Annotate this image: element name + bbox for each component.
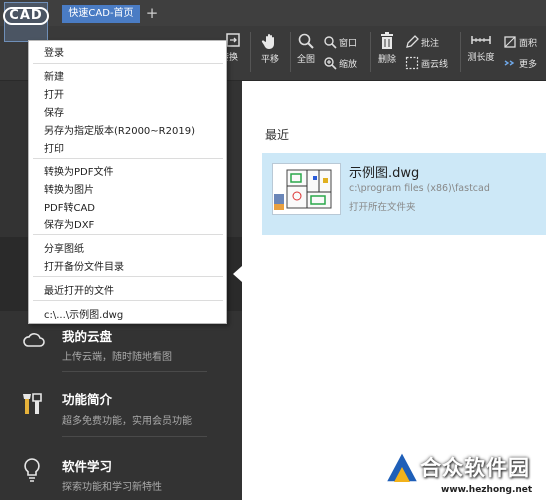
zoom-button[interactable]: 缩放 (323, 56, 357, 70)
lightbulb-icon (24, 458, 40, 482)
annotate-button[interactable]: 批注 (405, 35, 439, 49)
file-thumbnail[interactable] (272, 163, 341, 215)
menu-item-open[interactable]: 打开 (44, 86, 64, 101)
cloud-line-label: 画云线 (421, 59, 449, 70)
ribbon-separator (250, 32, 251, 72)
menu-item-to-pdf[interactable]: 转换为PDF文件 (44, 163, 113, 178)
watermark-url: www.hezhong.net (441, 485, 533, 495)
cloud-line-button[interactable]: 画云线 (405, 56, 448, 70)
more-icon (504, 60, 515, 66)
menu-separator (33, 276, 223, 277)
add-tab-button[interactable]: + (145, 4, 159, 22)
menu-item-recent-file[interactable]: c:\...\示例图.dwg (44, 306, 123, 321)
nav-learning-subtitle: 探索功能和学习新特性 (62, 482, 162, 493)
tab-home[interactable]: 快速CAD-首页 (62, 5, 140, 23)
convert-icon (226, 33, 240, 47)
nav-cloud-title: 我的云盘 (62, 329, 113, 344)
pencil-icon (406, 35, 419, 48)
area-icon (504, 36, 516, 48)
revision-cloud-icon (405, 56, 419, 70)
more-label: 更多 (519, 59, 538, 70)
cloud-icon (23, 333, 45, 347)
menu-item-save[interactable]: 保存 (44, 104, 64, 119)
nav-learning[interactable]: 软件学习 探索功能和学习新特性 (0, 452, 242, 500)
menu-item-save-dxf[interactable]: 保存为DXF (44, 216, 94, 231)
nav-features-subtitle: 超多免费功能，实用会员功能 (62, 416, 192, 427)
menu-item-new[interactable]: 新建 (44, 68, 64, 83)
title-bar: 快速CAD-首页 + (0, 0, 546, 26)
ribbon-separator (460, 32, 461, 72)
app-menu-button[interactable]: CAD (3, 2, 49, 42)
menu-item-print[interactable]: 打印 (44, 140, 64, 155)
delete-button[interactable]: 删除 (374, 32, 400, 65)
menu-item-save-as[interactable]: 另存为指定版本(R2000~R2019) (44, 122, 195, 137)
app-logo: CAD (3, 7, 49, 25)
trash-icon (381, 32, 393, 49)
measure-length-label: 测长度 (467, 53, 495, 63)
fullview-label: 全图 (296, 55, 315, 65)
menu-separator (33, 300, 223, 301)
tools-icon (23, 393, 42, 414)
menu-item-login[interactable]: 登录 (44, 44, 64, 59)
zoom-extents-icon (298, 33, 314, 49)
app-dropdown-menu: 登录 新建 打开 保存 另存为指定版本(R2000~R2019) 打印 转换为P… (28, 40, 227, 324)
nav-cloud-subtitle: 上传云端，随时随地看图 (62, 352, 172, 363)
file-name[interactable]: 示例图.dwg (349, 162, 419, 181)
ruler-icon (471, 36, 491, 44)
zoom-window-icon (324, 36, 337, 49)
pan-button[interactable]: 平移 (255, 32, 285, 65)
nav-divider (62, 371, 207, 372)
zoom-window-button[interactable]: 窗口 (323, 35, 357, 49)
menu-item-pdf-to-cad[interactable]: PDF转CAD (44, 199, 95, 214)
watermark-logo-icon (384, 450, 420, 483)
menu-separator (33, 158, 223, 159)
floorplan-thumbnail-icon (274, 169, 332, 210)
file-path: c:\program files (x86)\fastcad (349, 183, 490, 194)
menu-item-to-image[interactable]: 转换为图片 (44, 181, 94, 196)
area-label: 面积 (519, 38, 538, 49)
ribbon-separator (290, 32, 291, 72)
menu-item-recent[interactable]: 最近打开的文件 (44, 282, 114, 297)
watermark-main-text: 合众软件园 (420, 456, 530, 480)
zoom-icon (324, 57, 337, 70)
menu-item-backup-dir[interactable]: 打开备份文件目录 (44, 258, 124, 273)
ribbon-separator (370, 32, 371, 72)
nav-learning-title: 软件学习 (62, 459, 113, 474)
nav-divider (62, 436, 207, 437)
zoom-label: 缩放 (339, 59, 358, 70)
pan-label: 平移 (260, 55, 279, 65)
more-button[interactable]: 更多 (503, 56, 537, 70)
menu-separator (33, 234, 223, 235)
selection-pointer (233, 266, 242, 282)
hand-icon (261, 34, 274, 49)
nav-features-title: 功能简介 (62, 392, 113, 407)
delete-label: 删除 (377, 55, 396, 65)
area-button[interactable]: 面积 (503, 35, 537, 49)
menu-separator (33, 63, 223, 64)
menu-item-share[interactable]: 分享图纸 (44, 240, 84, 255)
open-folder-link[interactable]: 打开所在文件夹 (349, 199, 416, 213)
annotate-label: 批注 (421, 38, 440, 49)
recent-heading: 最近 (265, 128, 290, 142)
fullview-button[interactable]: 全图 (294, 32, 318, 65)
zoom-window-label: 窗口 (339, 38, 358, 49)
measure-length-button[interactable]: 测长度 (465, 32, 497, 63)
